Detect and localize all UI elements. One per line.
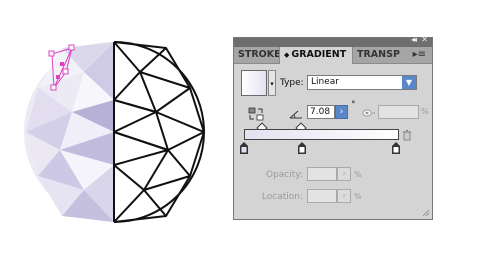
gradient-swatch[interactable] <box>241 70 267 96</box>
location-dropdown-button[interactable]: › <box>337 189 351 203</box>
collapse-panel-icon[interactable]: ◂◂ <box>411 35 417 44</box>
selection-handle <box>56 75 60 79</box>
aspect-ratio-icon <box>362 109 375 117</box>
tab-label: TRANSP <box>357 49 400 60</box>
opacity-input[interactable] <box>307 167 337 181</box>
selection-handle <box>68 44 75 51</box>
gradient-stop-middle[interactable] <box>298 142 306 154</box>
gradient-panel: ◂◂ ✕ STROKE ◆ GRADIENT TRANSP ▸≡ ▾ Type: … <box>233 35 433 220</box>
selection-handle <box>48 50 55 57</box>
panel-tabs: STROKE ◆ GRADIENT TRANSP ▸≡ <box>234 47 432 64</box>
location-percent: % <box>354 192 362 201</box>
aspect-ratio-input[interactable] <box>378 105 419 119</box>
type-select[interactable]: Linear ▼ <box>307 75 417 90</box>
gradient-slider-bar[interactable] <box>244 129 399 140</box>
angle-value: 7.08 <box>310 107 331 117</box>
gradient-stop-end[interactable] <box>392 142 400 154</box>
chevron-down-icon[interactable]: ▼ <box>402 76 416 89</box>
trash-icon[interactable] <box>402 130 412 141</box>
selection-handle <box>60 62 64 66</box>
reverse-gradient-icon[interactable] <box>248 107 264 121</box>
tab-transparency[interactable]: TRANSP <box>353 47 405 63</box>
location-input[interactable] <box>307 189 337 203</box>
gem-right-half-outline[interactable] <box>113 41 205 223</box>
swatch-dropdown-button[interactable]: ▾ <box>268 70 276 96</box>
type-label: Type: <box>280 78 304 88</box>
degree-symbol: ° <box>351 100 356 110</box>
aspect-percent: % <box>421 107 429 116</box>
opacity-label: Opacity: <box>266 170 303 180</box>
panel-titlebar[interactable]: ◂◂ ✕ <box>234 35 432 47</box>
angle-input[interactable]: 7.08 <box>307 105 335 119</box>
location-label: Location: <box>261 192 303 202</box>
artwork-canvas <box>24 41 205 223</box>
resize-grip-icon[interactable] <box>421 208 429 216</box>
tab-arrows-icon: ◆ <box>284 51 290 59</box>
tab-label: STROKE <box>238 49 279 60</box>
opacity-percent: % <box>354 170 362 179</box>
selection-handle <box>50 84 57 91</box>
type-value: Linear <box>311 77 339 87</box>
angle-dropdown-button[interactable]: › <box>335 105 348 119</box>
tab-stroke[interactable]: STROKE <box>234 47 279 63</box>
tab-gradient[interactable]: ◆ GRADIENT <box>279 47 353 64</box>
close-panel-icon[interactable]: ✕ <box>421 35 428 44</box>
tab-label: GRADIENT <box>291 49 347 60</box>
opacity-dropdown-button[interactable]: › <box>337 167 351 181</box>
selection-handle <box>62 68 69 75</box>
gradient-stop-start[interactable] <box>240 142 248 154</box>
angle-icon <box>289 110 302 119</box>
panel-menu-icon[interactable]: ▸≡ <box>413 49 426 61</box>
